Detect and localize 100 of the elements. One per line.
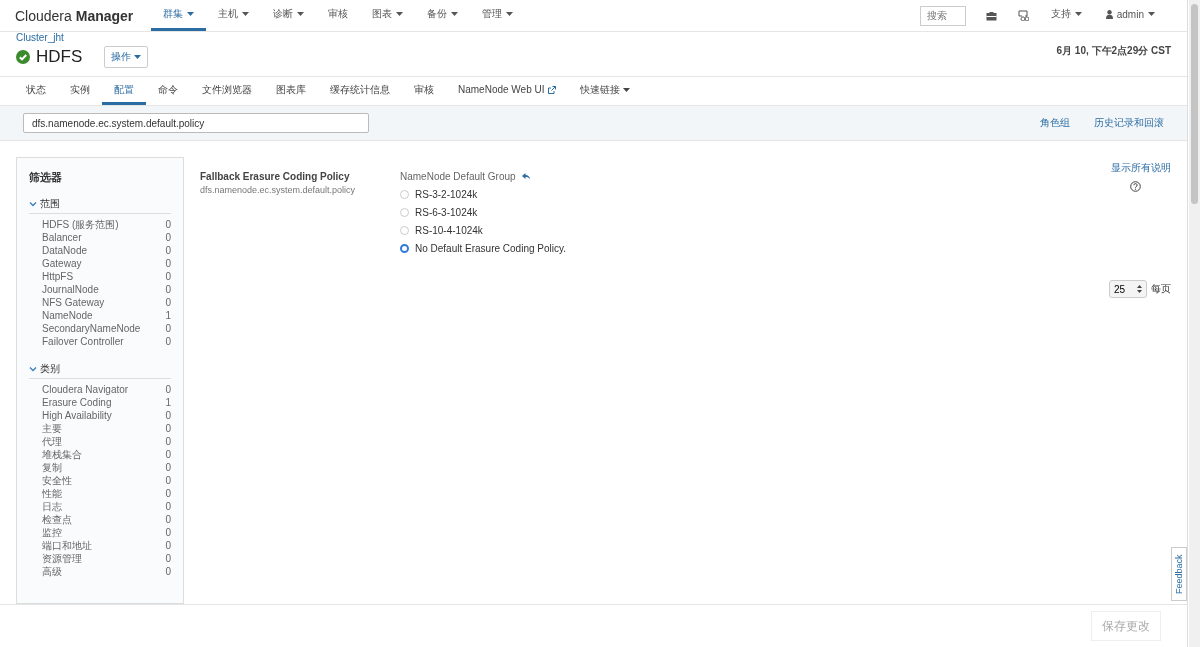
filter-item[interactable]: DataNode	[42, 244, 88, 257]
tab[interactable]: 图表库	[264, 77, 318, 105]
actions-button[interactable]: 操作	[104, 46, 149, 68]
filter-item[interactable]: Gateway	[42, 257, 82, 270]
chevron-icon[interactable]	[29, 366, 37, 372]
filter-count: 0	[165, 335, 171, 348]
radio-button[interactable]	[400, 225, 409, 235]
caret-icon	[134, 55, 142, 59]
radio-label[interactable]: RS-10-4-1024k	[415, 224, 483, 236]
filter-count: 0	[165, 322, 171, 335]
filter-count: 0	[165, 218, 171, 231]
radio-button[interactable]	[400, 243, 409, 253]
filter-group-title[interactable]: 类别	[40, 362, 60, 376]
filter-item[interactable]: 主要	[42, 422, 62, 435]
tab[interactable]: 命令	[146, 77, 190, 105]
caret-icon	[622, 87, 630, 92]
filter-item[interactable]: 代理	[42, 435, 62, 448]
nav-menu-item[interactable]: 管理	[470, 0, 526, 31]
filter-item[interactable]: 资源管理	[42, 552, 82, 565]
filter-item[interactable]: JournalNode	[42, 283, 99, 296]
tab[interactable]: NameNode Web UI	[446, 77, 568, 105]
filter-item[interactable]: Erasure Coding	[42, 396, 112, 409]
filter-count: 0	[165, 539, 171, 552]
filter-item[interactable]: High Availability	[42, 409, 112, 422]
filter-item[interactable]: Cloudera Navigator	[42, 383, 129, 396]
caret-icon	[1074, 12, 1082, 16]
filter-count: 0	[165, 448, 171, 461]
filter-item[interactable]: Balancer	[42, 231, 82, 244]
nav-menu-item[interactable]: 群集	[151, 0, 207, 31]
filter-item[interactable]: HDFS (服务范围)	[42, 218, 119, 231]
radio-label[interactable]: RS-3-2-1024k	[415, 188, 478, 200]
hosts-icon[interactable]	[1016, 10, 1029, 21]
nav-menu-item[interactable]: 审核	[316, 0, 361, 31]
filter-count: 0	[165, 383, 171, 396]
filter-count: 1	[165, 309, 171, 322]
timestamp: 6月 10, 下午2点29分 CST	[1056, 44, 1171, 58]
filter-count: 0	[165, 409, 171, 422]
tab[interactable]: 缓存统计信息	[318, 77, 402, 105]
tab[interactable]: 快速链接	[567, 77, 642, 105]
filter-item[interactable]: Failover Controller	[42, 335, 124, 348]
nav-menu-item[interactable]: 备份	[415, 0, 471, 31]
filter-count: 0	[165, 270, 171, 283]
tab[interactable]: 文件浏览器	[190, 77, 264, 105]
nav-menu-item[interactable]: 诊断	[261, 0, 317, 31]
filter-item[interactable]: 端口和地址	[42, 539, 92, 552]
filter-count: 0	[165, 296, 171, 309]
tab[interactable]: 实例	[58, 77, 102, 105]
filter-item[interactable]: 日志	[42, 500, 62, 513]
config-search-field[interactable]: dfs.namenode.ec.system.default.policy	[23, 113, 369, 133]
filter-count: 0	[165, 500, 171, 513]
briefcase-icon[interactable]	[985, 10, 997, 21]
filter-count: 0	[165, 565, 171, 578]
filter-item[interactable]: HttpFS	[42, 270, 74, 283]
external-link-icon	[547, 85, 556, 94]
filter-item[interactable]: 高级	[42, 565, 62, 578]
undo-icon[interactable]	[521, 173, 531, 180]
spinner-icon	[1137, 285, 1142, 293]
feedback-tab[interactable]: Feedback	[1171, 547, 1187, 601]
app-logo[interactable]: Cloudera Manager	[15, 7, 134, 24]
radio-button[interactable]	[400, 189, 409, 199]
help-icon[interactable]	[1130, 181, 1141, 192]
filter-count: 0	[165, 283, 171, 296]
user-icon	[1105, 9, 1113, 19]
filter-count: 0	[165, 435, 171, 448]
header-link[interactable]: 角色组	[1040, 116, 1070, 130]
filter-item[interactable]: 堆栈集合	[42, 448, 82, 461]
scrollbar-thumb[interactable]	[1191, 4, 1198, 204]
breadcrumb-link[interactable]: Cluster_jht	[16, 32, 149, 43]
filter-item[interactable]: NFS Gateway	[42, 296, 105, 309]
filter-item[interactable]: 安全性	[42, 474, 72, 487]
filter-count: 0	[165, 513, 171, 526]
filter-item[interactable]: 复制	[42, 461, 62, 474]
filter-count: 0	[165, 257, 171, 270]
filter-item[interactable]: SecondaryNameNode	[42, 322, 141, 335]
filter-group-title[interactable]: 范围	[40, 197, 60, 211]
radio-label[interactable]: RS-6-3-1024k	[415, 206, 478, 218]
tab[interactable]: 状态	[14, 77, 58, 105]
page-size-label: 每页	[1151, 282, 1171, 296]
radio-button[interactable]	[400, 207, 409, 217]
show-all-descriptions-link[interactable]: 显示所有说明	[1111, 161, 1171, 175]
tab[interactable]: 审核	[402, 77, 446, 105]
group-label: NameNode Default Group	[400, 171, 516, 182]
filter-item[interactable]: 检查点	[42, 513, 72, 526]
header-link[interactable]: 历史记录和回滚	[1094, 116, 1164, 130]
chevron-icon[interactable]	[29, 201, 37, 207]
filter-count: 0	[165, 474, 171, 487]
property-title: Fallback Erasure Coding Policy	[200, 171, 351, 182]
filter-item[interactable]: 性能	[42, 487, 62, 500]
user-menu[interactable]: admin	[1093, 0, 1167, 31]
search-field[interactable]: 搜索	[919, 5, 966, 26]
filter-count: 0	[165, 244, 171, 257]
filter-item[interactable]: 监控	[42, 526, 62, 539]
radio-label[interactable]: No Default Erasure Coding Policy.	[415, 242, 566, 254]
nav-menu-item[interactable]: 主机	[206, 0, 262, 31]
filter-count: 0	[165, 526, 171, 539]
property-key: dfs.namenode.ec.system.default.policy	[200, 185, 400, 195]
filter-item[interactable]: NameNode	[42, 309, 93, 322]
page-size-select[interactable]: 25	[1109, 280, 1147, 298]
support-menu[interactable]: 支持	[1038, 0, 1094, 31]
nav-menu-item[interactable]: 图表	[360, 0, 416, 31]
